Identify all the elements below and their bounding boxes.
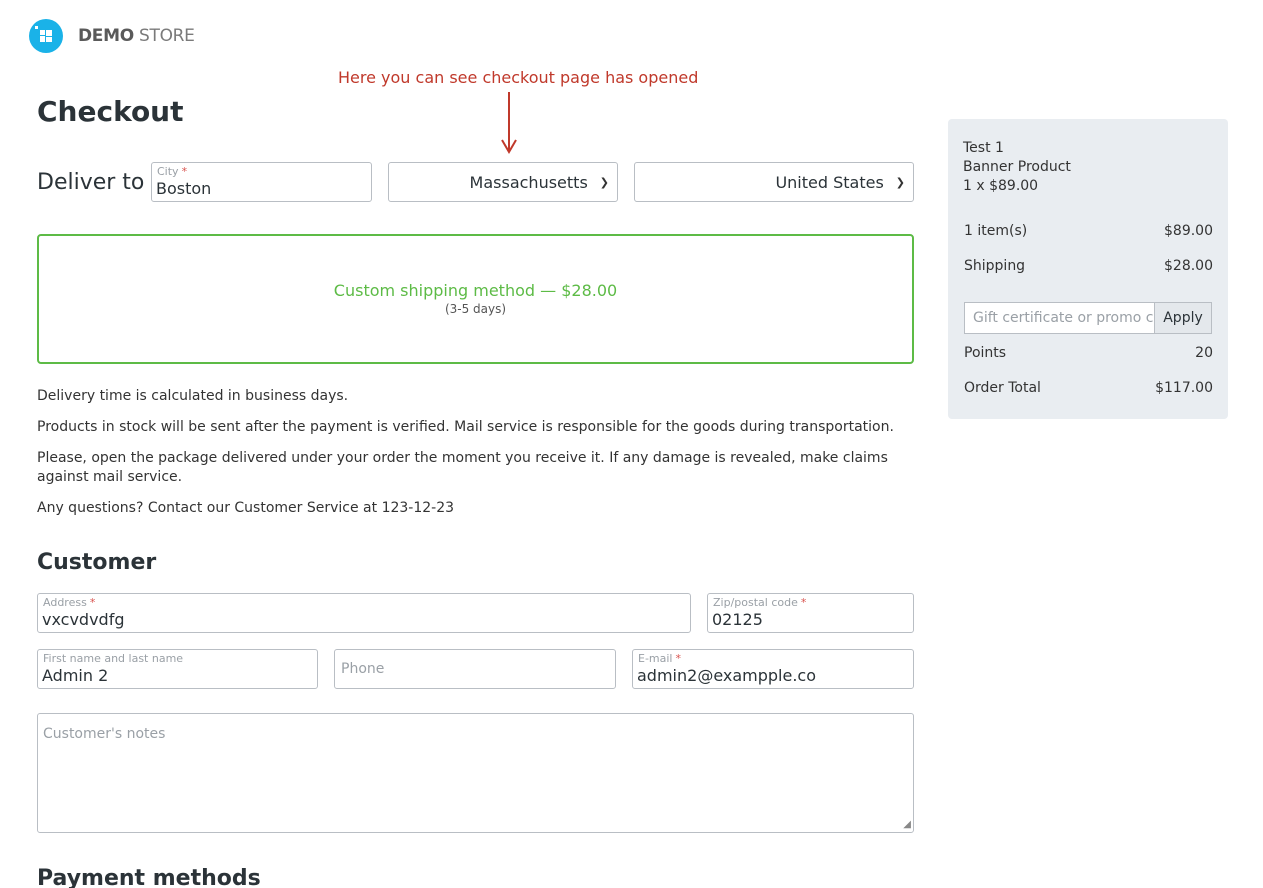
promo-code-input[interactable]: Gift certificate or promo code: [965, 303, 1154, 333]
name-label: First name and last name: [43, 652, 184, 665]
zip-field[interactable]: Zip/postal code * 02125: [707, 593, 914, 633]
apply-promo-button[interactable]: Apply: [1154, 303, 1211, 333]
customer-notes-textarea[interactable]: Customer's notes ◢: [37, 713, 914, 833]
summary-item-title: Test 1: [963, 140, 1004, 156]
address-field[interactable]: Address * vxcvdvdfg: [37, 593, 691, 633]
customer-section-title: Customer: [37, 550, 157, 575]
name-value: Admin 2: [42, 666, 109, 685]
summary-items-row: 1 item(s) $89.00: [964, 223, 1213, 239]
email-value: admin2@exampple.co: [637, 666, 817, 685]
email-label: E-mail *: [638, 652, 681, 665]
state-select[interactable]: Massachusetts ❯: [388, 162, 618, 202]
phone-placeholder: Phone: [341, 661, 385, 677]
summary-item-name: Banner Product: [963, 159, 1071, 175]
summary-total-row: Order Total $117.00: [964, 380, 1213, 396]
email-field[interactable]: E-mail * admin2@exampple.co: [632, 649, 914, 689]
info-package: Please, open the package delivered under…: [37, 450, 888, 485]
summary-points-row: Points 20: [964, 345, 1213, 361]
address-label: Address *: [43, 596, 96, 609]
summary-shipping-row: Shipping $28.00: [964, 258, 1213, 274]
logo-text: DEMO STORE: [78, 26, 195, 46]
name-field[interactable]: First name and last name Admin 2: [37, 649, 318, 689]
chevron-down-icon: ❯: [895, 175, 905, 189]
city-field[interactable]: City * Boston: [151, 162, 372, 202]
info-delivery-time: Delivery time is calculated in business …: [37, 388, 349, 404]
shipping-method-days: (3-5 days): [444, 302, 507, 316]
shipping-method-name: Custom shipping method — $28.00: [333, 281, 618, 300]
country-select[interactable]: United States ❯: [634, 162, 914, 202]
logo-icon: [29, 19, 63, 53]
notes-placeholder: Customer's notes: [43, 726, 166, 742]
resize-handle-icon[interactable]: ◢: [903, 819, 911, 830]
zip-label: Zip/postal code *: [713, 596, 807, 609]
order-summary: Test 1 Banner Product 1 x $89.00 1 item(…: [948, 119, 1228, 419]
deliver-to-label: Deliver to: [37, 170, 145, 195]
payment-section-title: Payment methods: [37, 866, 261, 888]
phone-field[interactable]: Phone: [334, 649, 616, 689]
state-value: Massachusetts: [469, 172, 588, 192]
address-value: vxcvdvdfg: [42, 610, 125, 629]
shipping-value: $28.00: [1164, 258, 1213, 274]
points-value: 20: [1195, 345, 1213, 361]
page-title: Checkout: [37, 95, 184, 128]
city-label: City *: [157, 165, 188, 178]
store-logo[interactable]: DEMO STORE: [29, 19, 195, 53]
zip-value: 02125: [712, 610, 763, 629]
info-stock: Products in stock will be sent after the…: [37, 419, 894, 435]
summary-item-qty: 1 x $89.00: [963, 178, 1039, 194]
annotation-arrow-icon: [501, 92, 517, 154]
items-value: $89.00: [1164, 223, 1213, 239]
items-label: 1 item(s): [964, 223, 1028, 239]
total-value: $117.00: [1155, 380, 1213, 396]
shipping-label: Shipping: [964, 258, 1026, 274]
points-label: Points: [964, 345, 1007, 361]
promo-code-group: Gift certificate or promo code Apply: [964, 302, 1212, 334]
annotation-text: Here you can see checkout page has opene…: [338, 68, 699, 87]
info-questions: Any questions? Contact our Customer Serv…: [37, 500, 455, 516]
shipping-method-option[interactable]: Custom shipping method — $28.00 (3-5 day…: [37, 234, 914, 364]
city-value: Boston: [156, 179, 212, 198]
country-value: United States: [775, 172, 884, 192]
total-label: Order Total: [964, 380, 1041, 396]
chevron-down-icon: ❯: [599, 175, 609, 189]
